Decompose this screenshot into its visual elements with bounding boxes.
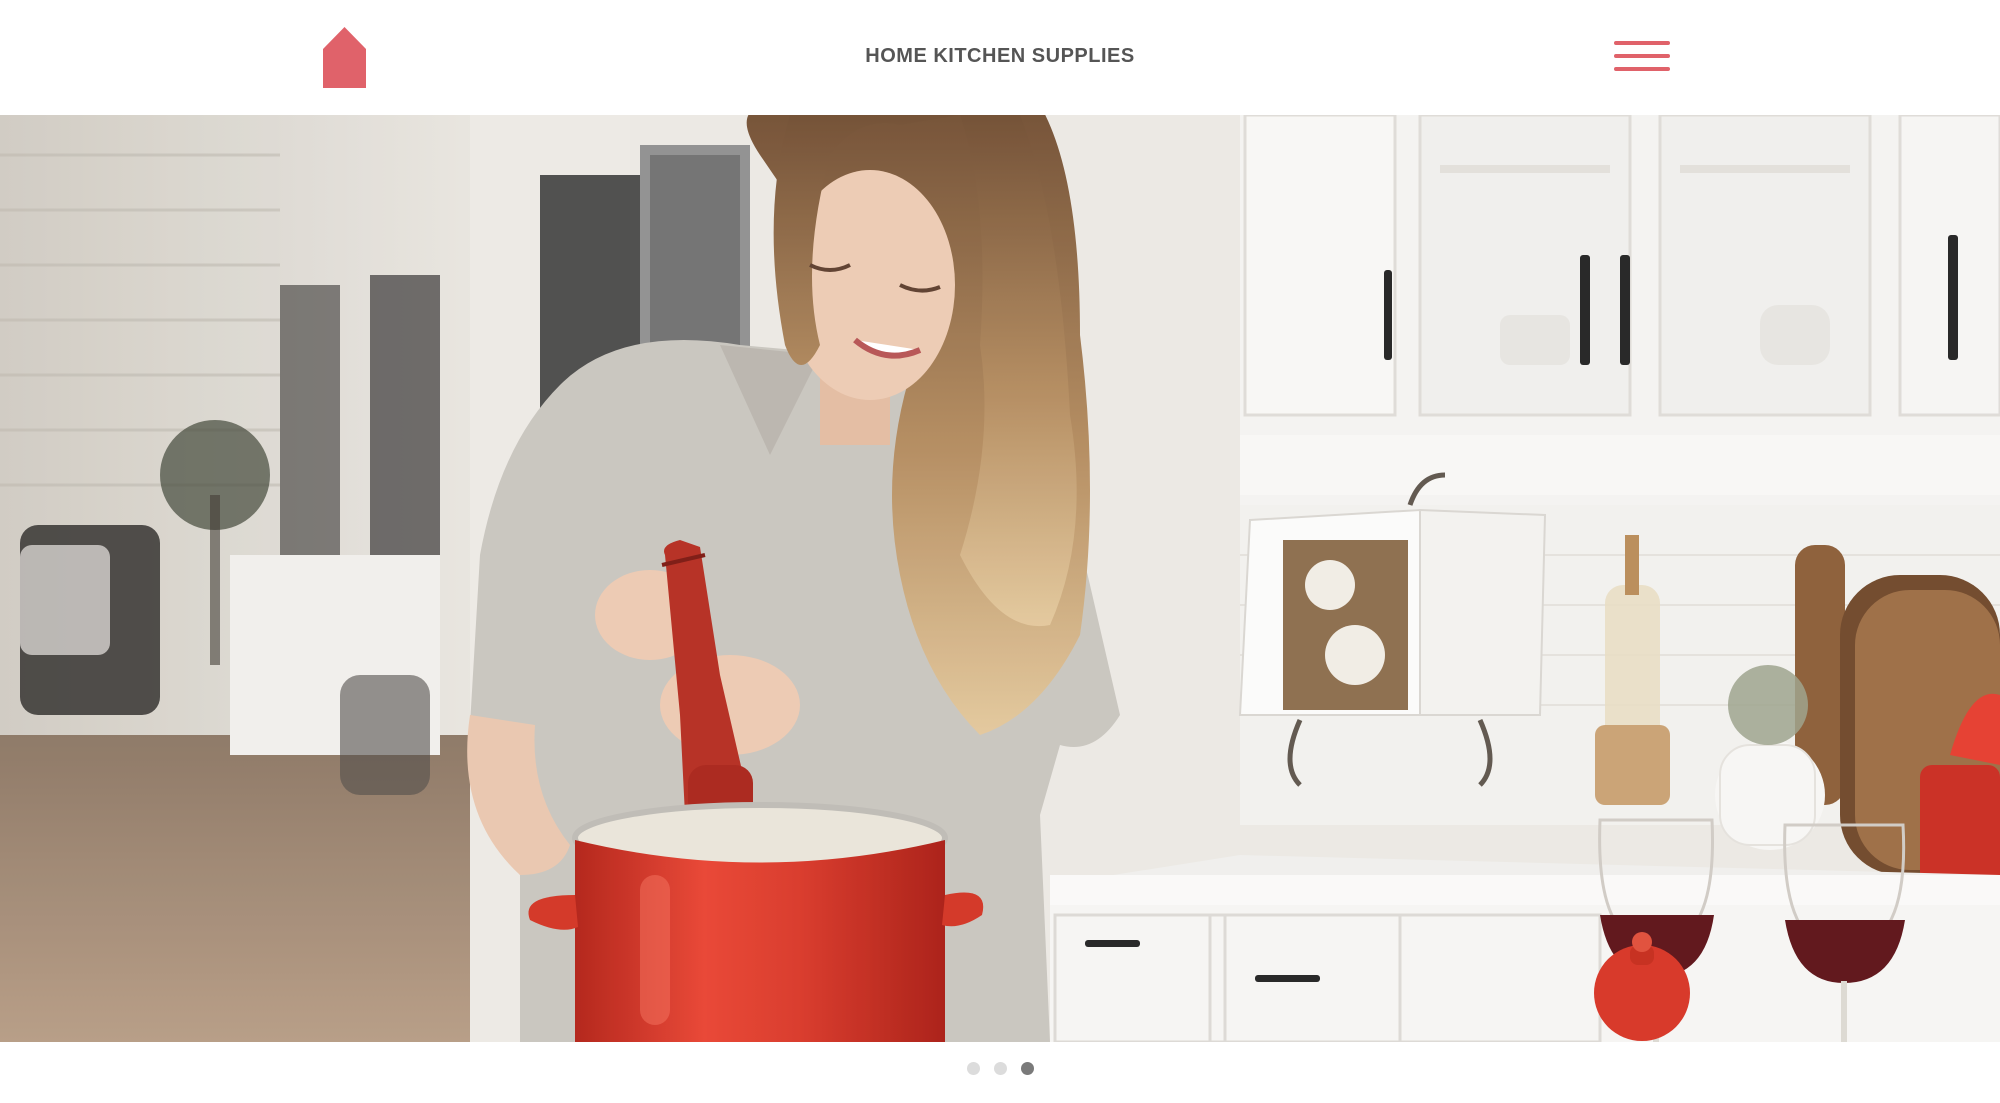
carousel-dot-2[interactable] [993,1062,1007,1075]
menu-line [1614,67,1670,71]
menu-line [1614,54,1670,58]
site-title: HOME KITCHEN SUPPLIES [0,45,2000,68]
hamburger-menu-icon[interactable] [1612,38,1672,78]
carousel-dot-1[interactable] [966,1062,980,1075]
menu-line [1614,41,1670,45]
page: HOME KITCHEN SUPPLIES [0,0,2000,1103]
site-header: HOME KITCHEN SUPPLIES [0,0,2000,115]
carousel-dots [0,1062,2000,1076]
carousel-dot-3[interactable] [1020,1062,1034,1075]
hero-image [0,115,2000,1042]
site-title-text: HOME KITCHEN SUPPLIES [865,45,1135,67]
